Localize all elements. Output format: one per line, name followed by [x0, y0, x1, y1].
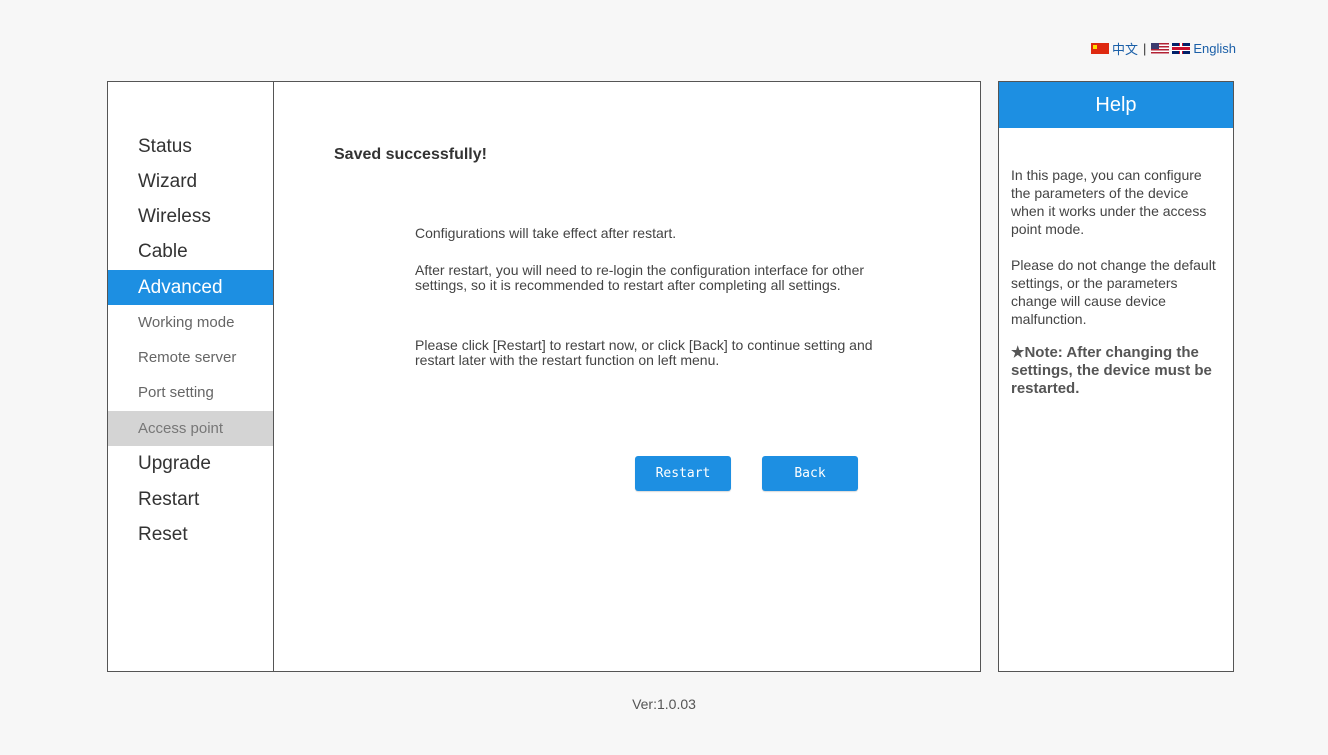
sidebar-item-advanced[interactable]: Advanced	[108, 270, 273, 305]
chinese-link[interactable]: 中文	[1112, 39, 1138, 58]
help-warning: Please do not change the default setting…	[1011, 257, 1216, 327]
help-title: Help	[999, 82, 1233, 128]
restart-instruction: Please click [Restart] to restart now, o…	[415, 337, 873, 368]
sidebar-item-access-point[interactable]: Access point	[108, 411, 273, 446]
help-description: In this page, you can configure the para…	[1011, 167, 1207, 237]
version-label: Ver:1.0.03	[632, 696, 696, 712]
sidebar-item-working-mode[interactable]: Working mode	[108, 305, 273, 340]
help-panel: Help In this page, you can configure the…	[998, 81, 1234, 672]
sidebar-item-reset[interactable]: Reset	[108, 517, 273, 552]
sidebar-menu: Status Wizard Wireless Cable Advanced Wo…	[107, 81, 273, 672]
main-panel: Saved successfully! Configurations will …	[273, 81, 981, 672]
sidebar-item-remote-server[interactable]: Remote server	[108, 340, 273, 375]
uk-flag-icon[interactable]	[1172, 43, 1191, 54]
sidebar-item-port-setting[interactable]: Port setting	[108, 375, 273, 410]
restart-button[interactable]: Restart	[635, 456, 731, 491]
page-title: Saved successfully!	[334, 146, 487, 163]
sidebar-item-status[interactable]: Status	[108, 129, 273, 164]
restart-notice: Configurations will take effect after re…	[415, 225, 677, 241]
back-button[interactable]: Back	[762, 456, 858, 491]
sidebar-item-upgrade[interactable]: Upgrade	[108, 446, 273, 481]
sidebar-item-restart[interactable]: Restart	[108, 482, 273, 517]
sidebar-item-cable[interactable]: Cable	[108, 234, 273, 269]
english-link[interactable]: English	[1193, 41, 1236, 56]
relogin-notice: After restart, you will need to re-login…	[415, 262, 865, 293]
us-flag-icon[interactable]	[1151, 43, 1170, 54]
language-switcher: 中文 | English	[1090, 39, 1236, 58]
sidebar-item-wireless[interactable]: Wireless	[108, 199, 273, 234]
language-separator: |	[1142, 41, 1147, 56]
help-note: ★Note: After changing the settings, the …	[1011, 344, 1212, 397]
china-flag-icon[interactable]	[1090, 43, 1109, 54]
sidebar-item-wizard[interactable]: Wizard	[108, 164, 273, 199]
